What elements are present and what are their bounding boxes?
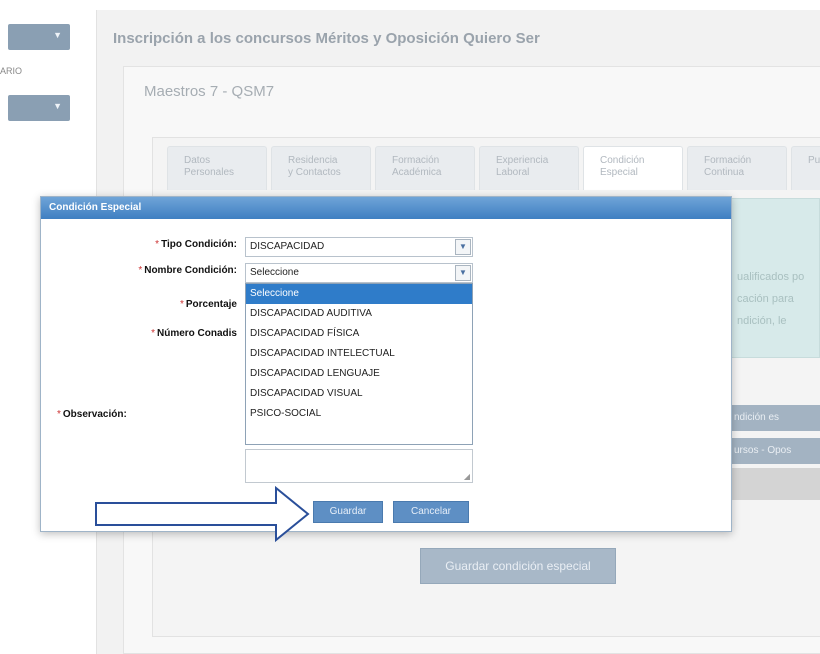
tab-label: y Contactos	[288, 167, 341, 178]
side-action-button[interactable]: ndición es	[726, 405, 820, 431]
dropdown-option[interactable]: DISCAPACIDAD FÍSICA	[246, 324, 472, 344]
nombre-condicion-label: * Nombre Condición:	[138, 265, 237, 276]
tab-condicion-especial[interactable]: Condición Especial	[583, 146, 683, 190]
nombre-condicion-select[interactable]: Seleccione ▼	[245, 263, 473, 283]
tab-label: Formación	[704, 155, 752, 166]
required-marker: *	[179, 299, 184, 310]
observacion-label: * Observación:	[57, 409, 127, 420]
select-value: DISCAPACIDAD	[250, 241, 325, 252]
required-marker: *	[57, 409, 61, 420]
nombre-condicion-dropdown-list: Seleccione DISCAPACIDAD AUDITIVA DISCAPA…	[245, 283, 473, 445]
required-marker: *	[138, 265, 143, 276]
info-text: ualificados po	[737, 271, 805, 283]
tab-partial[interactable]: Pu	[791, 146, 820, 190]
dropdown-option[interactable]: DISCAPACIDAD AUDITIVA	[246, 304, 472, 324]
info-text: ndición, le	[737, 315, 787, 327]
required-marker: *	[155, 239, 160, 250]
chevron-down-icon[interactable]: ▼	[455, 239, 471, 255]
porcentaje-label: * Porcentaje	[180, 299, 237, 310]
required-marker: *	[151, 328, 155, 339]
dropdown-option[interactable]: DISCAPACIDAD LENGUAJE	[246, 364, 472, 384]
dialog-title: Condición Especial	[41, 197, 731, 219]
tab-experiencia-laboral[interactable]: Experiencia Laboral	[479, 146, 579, 190]
special-condition-dialog: Condición Especial * Tipo Condición: DISC…	[40, 196, 732, 532]
info-text: cación para	[737, 293, 794, 305]
tab-formacion-academica[interactable]: Formación Académica	[375, 146, 475, 190]
tab-formacion-continua[interactable]: Formación Continua	[687, 146, 787, 190]
tab-label: Condición	[600, 155, 645, 166]
tab-label: Académica	[392, 167, 442, 178]
tab-residencia-contactos[interactable]: Residencia y Contactos	[271, 146, 371, 190]
label-text: Observación:	[62, 409, 127, 420]
tab-label: Continua	[704, 167, 745, 178]
numero-conadis-label: * Número Conadis	[151, 328, 237, 339]
dropdown-option[interactable]: DISCAPACIDAD INTELECTUAL	[246, 344, 472, 364]
tab-label: Laboral	[496, 167, 530, 178]
guardar-button[interactable]: Guardar	[313, 501, 383, 523]
side-action-button[interactable]: ursos - Opos	[726, 438, 820, 464]
tab-label: Especial	[600, 167, 638, 178]
tab-label: Datos	[184, 155, 211, 166]
observacion-textarea[interactable]: ◢	[245, 449, 473, 483]
sidebar-collapse-button[interactable]: ▼	[8, 24, 70, 50]
tab-label: Formación	[392, 155, 440, 166]
sidebar-label: ARIO	[0, 66, 23, 76]
dropdown-option[interactable]: DISCAPACIDAD VISUAL	[246, 384, 472, 404]
chevron-down-icon[interactable]: ▼	[455, 265, 471, 281]
dropdown-option[interactable]: Seleccione	[246, 284, 472, 304]
resize-grip-icon[interactable]: ◢	[464, 472, 470, 481]
select-value: Seleccione	[250, 267, 299, 278]
tab-label: Pu	[808, 155, 820, 166]
dropdown-option[interactable]: PSICO-SOCIAL	[246, 404, 472, 424]
label-text: Número Conadis	[156, 328, 237, 339]
label-text: Porcentaje	[185, 299, 237, 310]
tab-label: Experiencia	[496, 155, 549, 166]
chevron-down-icon: ▼	[53, 30, 62, 40]
page-title: Inscripción a los concursos Méritos y Op…	[113, 30, 540, 47]
tab-label: Residencia	[288, 155, 338, 166]
tab-datos-personales[interactable]: Datos Personales	[167, 146, 267, 190]
tab-label: Personales	[184, 167, 235, 178]
label-text: Tipo Condición:	[161, 239, 237, 250]
sidebar-expand-button[interactable]: ▼	[8, 95, 70, 121]
tab-row: Datos Personales Residencia y Contactos …	[167, 146, 820, 190]
contest-subtitle: Maestros 7 - QSM7	[144, 83, 275, 100]
tipo-condicion-label: * Tipo Condición:	[155, 239, 237, 250]
save-special-condition-button[interactable]: Guardar condición especial	[420, 548, 616, 584]
chevron-down-icon: ▼	[53, 101, 62, 111]
cancelar-button[interactable]: Cancelar	[393, 501, 469, 523]
tipo-condicion-select[interactable]: DISCAPACIDAD ▼	[245, 237, 473, 257]
label-text: Nombre Condición:	[144, 265, 237, 276]
